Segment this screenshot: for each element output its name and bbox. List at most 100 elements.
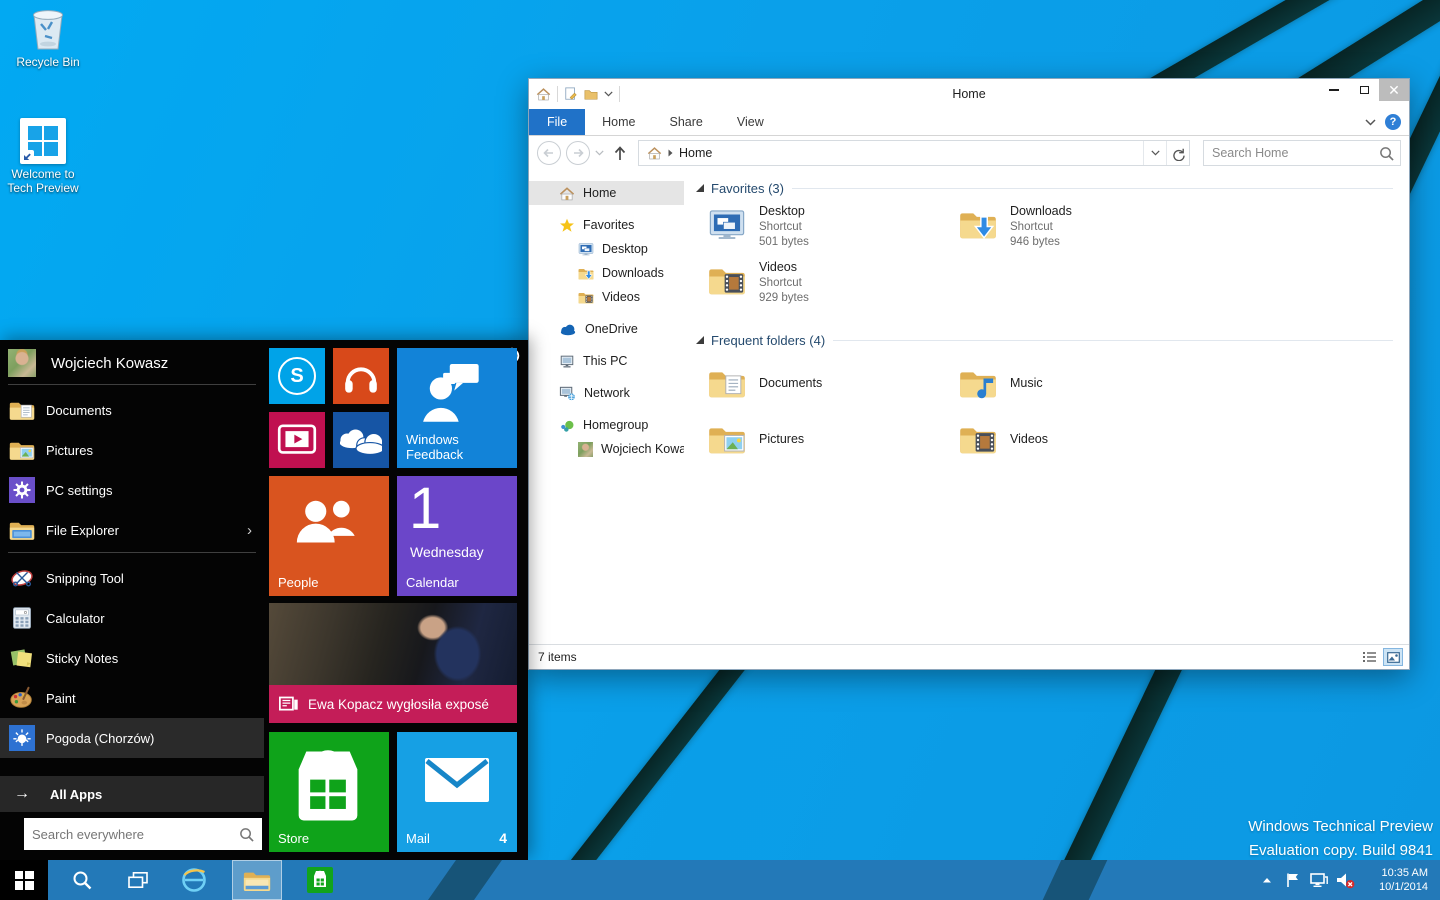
group-header-favorites[interactable]: Favorites (3) [696, 179, 1409, 197]
taskbar-file-explorer[interactable] [232, 860, 282, 900]
address-bar[interactable]: Home [638, 140, 1190, 166]
taskbar-clock[interactable]: 10:35 AM 10/1/2014 [1358, 866, 1440, 894]
back-button[interactable] [537, 141, 561, 165]
headphones-icon [341, 357, 381, 395]
minimize-button[interactable] [1319, 79, 1349, 101]
file-item-videos-shortcut[interactable]: Videos Shortcut 929 bytes [696, 259, 947, 315]
start-search-input[interactable] [24, 826, 239, 843]
sidebar-item-favorites[interactable]: Favorites [529, 213, 684, 237]
file-item-downloads[interactable]: Downloads Shortcut 946 bytes [947, 203, 1198, 259]
tile-onedrive[interactable] [333, 412, 389, 468]
tile-video[interactable] [269, 412, 325, 468]
search-icon [72, 870, 92, 890]
sidebar-item-onedrive[interactable]: OneDrive [529, 317, 684, 341]
start-button[interactable] [0, 860, 48, 900]
sidebar-item-this-pc[interactable]: This PC [529, 349, 684, 373]
tile-label: Store [278, 831, 309, 846]
tile-people[interactable]: People [269, 476, 389, 596]
thumbnail-view-button[interactable] [1383, 648, 1403, 666]
folder-item-videos[interactable]: Videos [947, 411, 1198, 467]
start-item-calculator[interactable]: 0 Calculator [0, 598, 264, 638]
tab-share[interactable]: Share [653, 109, 720, 135]
start-item-pogoda[interactable]: Pogoda (Chorzów) [0, 718, 264, 758]
homegroup-icon [559, 418, 575, 433]
folder-item-documents[interactable]: Documents [696, 355, 947, 411]
recycle-bin-label: Recycle Bin [16, 55, 79, 69]
help-icon[interactable]: ? [1385, 114, 1401, 130]
weather-tile [9, 725, 35, 751]
taskbar-internet-explorer[interactable] [174, 860, 214, 900]
group-header-frequent-folders[interactable]: Frequent folders (4) [696, 331, 1409, 349]
volume-icon[interactable] [1332, 860, 1358, 900]
start-item-paint[interactable]: Paint [0, 678, 264, 718]
sidebar-item-network[interactable]: Network [529, 381, 684, 405]
tile-mail[interactable]: Mail 4 [397, 732, 517, 852]
folder-item-pictures[interactable]: Pictures [696, 411, 947, 467]
recent-locations-icon[interactable] [595, 150, 604, 156]
tray-expand-button[interactable] [1254, 860, 1280, 900]
network-icon[interactable] [1306, 860, 1332, 900]
newspaper-icon [279, 696, 299, 712]
submenu-chevron-icon[interactable]: › [247, 522, 252, 539]
shortcut-arrow-icon [21, 150, 34, 163]
network-icon [559, 385, 576, 401]
sun-icon [11, 727, 33, 749]
tab-file[interactable]: File [529, 109, 585, 135]
flag-icon [1285, 872, 1301, 888]
breadcrumb-location[interactable]: Home [679, 146, 712, 160]
tile-store[interactable]: Store [269, 732, 389, 852]
taskbar-store[interactable] [300, 860, 340, 900]
start-item-pictures[interactable]: Pictures [0, 430, 264, 470]
calendar-day: 1 [409, 476, 441, 542]
refresh-button[interactable] [1166, 141, 1189, 165]
user-avatar[interactable] [8, 349, 36, 377]
start-search-box[interactable] [24, 818, 262, 850]
sidebar-item-homegroup[interactable]: Homegroup [529, 413, 684, 437]
user-name: Wojciech Kowasz [51, 355, 168, 372]
maximize-button[interactable] [1349, 79, 1379, 101]
forward-button[interactable] [566, 141, 590, 165]
up-button[interactable] [613, 146, 627, 161]
all-apps-button[interactable]: → All Apps [0, 776, 264, 812]
collapse-triangle-icon [696, 336, 704, 344]
address-dropdown-button[interactable] [1143, 141, 1166, 165]
titlebar[interactable]: Home ✕ [529, 79, 1409, 109]
tile-music[interactable] [333, 348, 389, 404]
sidebar-item-downloads[interactable]: Downloads [529, 261, 684, 285]
start-item-file-explorer[interactable]: File Explorer › [0, 510, 264, 550]
tab-view[interactable]: View [720, 109, 781, 135]
action-center-icon[interactable] [1280, 860, 1306, 900]
desktop-icon-recycle-bin[interactable]: Recycle Bin [5, 6, 91, 69]
pc-settings-tile [9, 477, 35, 503]
close-button[interactable]: ✕ [1379, 79, 1409, 101]
start-item-snipping-tool[interactable]: Snipping Tool [0, 558, 264, 598]
svg-text:0: 0 [24, 610, 27, 615]
tile-calendar[interactable]: 1 Wednesday Calendar [397, 476, 517, 596]
start-item-documents[interactable]: Documents [0, 390, 264, 430]
search-icon[interactable] [1379, 146, 1394, 161]
desktop-icon-welcome[interactable]: Welcome toTech Preview [0, 118, 86, 195]
file-item-desktop[interactable]: Desktop Shortcut 501 bytes [696, 203, 947, 259]
task-view-button[interactable] [118, 860, 158, 900]
sidebar-item-user[interactable]: Wojciech Kowasz [529, 437, 684, 461]
search-input[interactable] [1204, 146, 1379, 160]
sidebar-item-home[interactable]: Home [529, 181, 684, 205]
taskbar-search-button[interactable] [62, 860, 102, 900]
tile-skype[interactable]: S [269, 348, 325, 404]
sidebar-item-desktop[interactable]: Desktop [529, 237, 684, 261]
watermark-line1: Windows Technical Preview [1248, 815, 1433, 839]
tile-news[interactable]: Ewa Kopacz wygłosiła exposé [269, 603, 517, 723]
details-view-button[interactable] [1360, 648, 1380, 666]
tile-windows-feedback[interactable]: Windows Feedback [397, 348, 517, 468]
file-explorer-icon [9, 519, 35, 541]
documents-folder-icon [9, 399, 35, 421]
start-item-sticky-notes[interactable]: Sticky Notes [0, 638, 264, 678]
start-menu-user[interactable]: Wojciech Kowasz [8, 347, 256, 379]
news-banner: Ewa Kopacz wygłosiła exposé [269, 685, 517, 723]
tab-home[interactable]: Home [585, 109, 652, 135]
ribbon-collapse-icon[interactable] [1365, 119, 1376, 126]
sidebar-item-videos[interactable]: Videos [529, 285, 684, 309]
folder-item-music[interactable]: Music [947, 355, 1198, 411]
start-item-pc-settings[interactable]: PC settings [0, 470, 264, 510]
search-box[interactable] [1203, 140, 1401, 166]
